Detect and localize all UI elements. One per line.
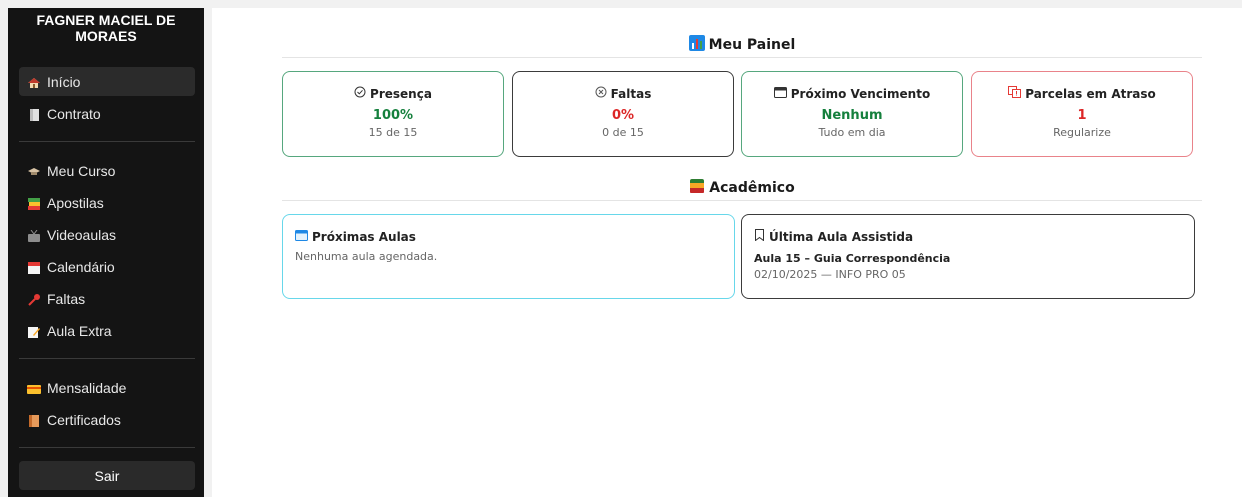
check-circle-icon (354, 86, 366, 101)
bar-chart-icon (688, 35, 705, 55)
card-value: 100% (372, 108, 414, 123)
x-circle-icon (595, 86, 607, 101)
sidebar-item-label: Apostilas (47, 194, 104, 211)
sidebar-item-label: Faltas (47, 290, 86, 307)
absences-card: Faltas 0% 0 de 15 (512, 71, 734, 157)
sidebar-item-faltas[interactable]: Faltas (19, 284, 195, 313)
card-title: Próximas Aulas (312, 229, 416, 244)
credit-card-icon (27, 382, 41, 394)
books-icon (27, 197, 41, 210)
divider (282, 200, 1202, 201)
dashboard-title: Meu Painel (282, 35, 1202, 55)
attendance-card: Presença 100% 15 de 15 (282, 71, 504, 157)
sidebar-item-meu-curso[interactable]: Meu Curso (19, 156, 195, 185)
divider (19, 447, 195, 448)
calendar-icon (295, 229, 308, 244)
sidebar-item-calendario[interactable]: Calendário (19, 252, 195, 281)
alert-icon (1008, 86, 1022, 101)
lesson-meta: 02/10/2025 — INFO PRO 05 (754, 268, 906, 281)
academic-title: Acadêmico (282, 178, 1202, 198)
card-subtitle: 0 de 15 (602, 126, 644, 139)
divider (19, 141, 195, 142)
card-title: Próximo Vencimento (790, 86, 931, 101)
sidebar: FAGNER MACIEL DE MORAES Início Contrato … (8, 8, 204, 497)
sidebar-item-label: Certificados (47, 411, 121, 428)
lesson-name: Aula 15 – Guia Correspondência (754, 252, 951, 265)
sidebar-item-label: Mensalidade (47, 379, 127, 396)
divider (282, 57, 1202, 58)
sidebar-item-aula-extra[interactable]: Aula Extra (19, 316, 195, 345)
logout-button[interactable]: Sair (19, 461, 195, 490)
document-icon (27, 108, 41, 121)
card-subtitle: Regularize (1053, 126, 1111, 139)
memo-icon (27, 325, 41, 338)
next-classes-card: Próximas Aulas Nenhuma aula agendada. (282, 214, 735, 299)
sidebar-item-label: Meu Curso (47, 162, 116, 179)
sidebar-item-contrato[interactable]: Contrato (19, 99, 195, 128)
sidebar-item-label: Contrato (47, 105, 101, 122)
user-name: FAGNER MACIEL DE MORAES (36, 12, 176, 44)
sidebar-item-apostilas[interactable]: Apostilas (19, 188, 195, 217)
card-value: Nenhum (821, 108, 883, 123)
pushpin-icon (27, 293, 41, 306)
sidebar-item-mensalidade[interactable]: Mensalidade (19, 373, 195, 402)
sidebar-item-label: Aula Extra (47, 322, 112, 339)
bookmark-icon (754, 229, 765, 244)
main-content: Meu Painel Presença 100% 15 de 15 Faltas… (212, 8, 1242, 497)
card-subtitle: Tudo em dia (818, 126, 886, 139)
sidebar-item-label: Calendário (47, 258, 115, 275)
sidebar-item-certificados[interactable]: Certificados (19, 405, 195, 434)
graduation-cap-icon (27, 165, 41, 177)
scroll-icon (27, 414, 41, 427)
empty-state-text: Nenhuma aula agendada. (295, 250, 438, 263)
video-icon (27, 229, 41, 242)
card-subtitle: 15 de 15 (368, 126, 418, 139)
calendar-icon (773, 86, 787, 101)
sidebar-item-videoaulas[interactable]: Videoaulas (19, 220, 195, 249)
overdue-installments-card: Parcelas em Atraso 1 Regularize (971, 71, 1193, 157)
sidebar-item-label: Início (47, 73, 81, 90)
card-title: Parcelas em Atraso (1025, 86, 1156, 101)
calendar-icon (27, 261, 41, 274)
card-title: Última Aula Assistida (769, 229, 914, 244)
divider (19, 358, 195, 359)
sidebar-item-label: Videoaulas (47, 226, 117, 243)
card-title: Faltas (610, 86, 652, 101)
sidebar-item-inicio[interactable]: Início (19, 67, 195, 96)
card-value: 1 (1077, 108, 1087, 123)
card-title: Presença (370, 86, 432, 101)
card-value: 0% (611, 108, 635, 123)
last-class-card: Última Aula Assistida Aula 15 – Guia Cor… (741, 214, 1195, 299)
home-icon (27, 76, 41, 88)
books-icon (689, 178, 705, 198)
next-due-card: Próximo Vencimento Nenhum Tudo em dia (741, 71, 963, 157)
